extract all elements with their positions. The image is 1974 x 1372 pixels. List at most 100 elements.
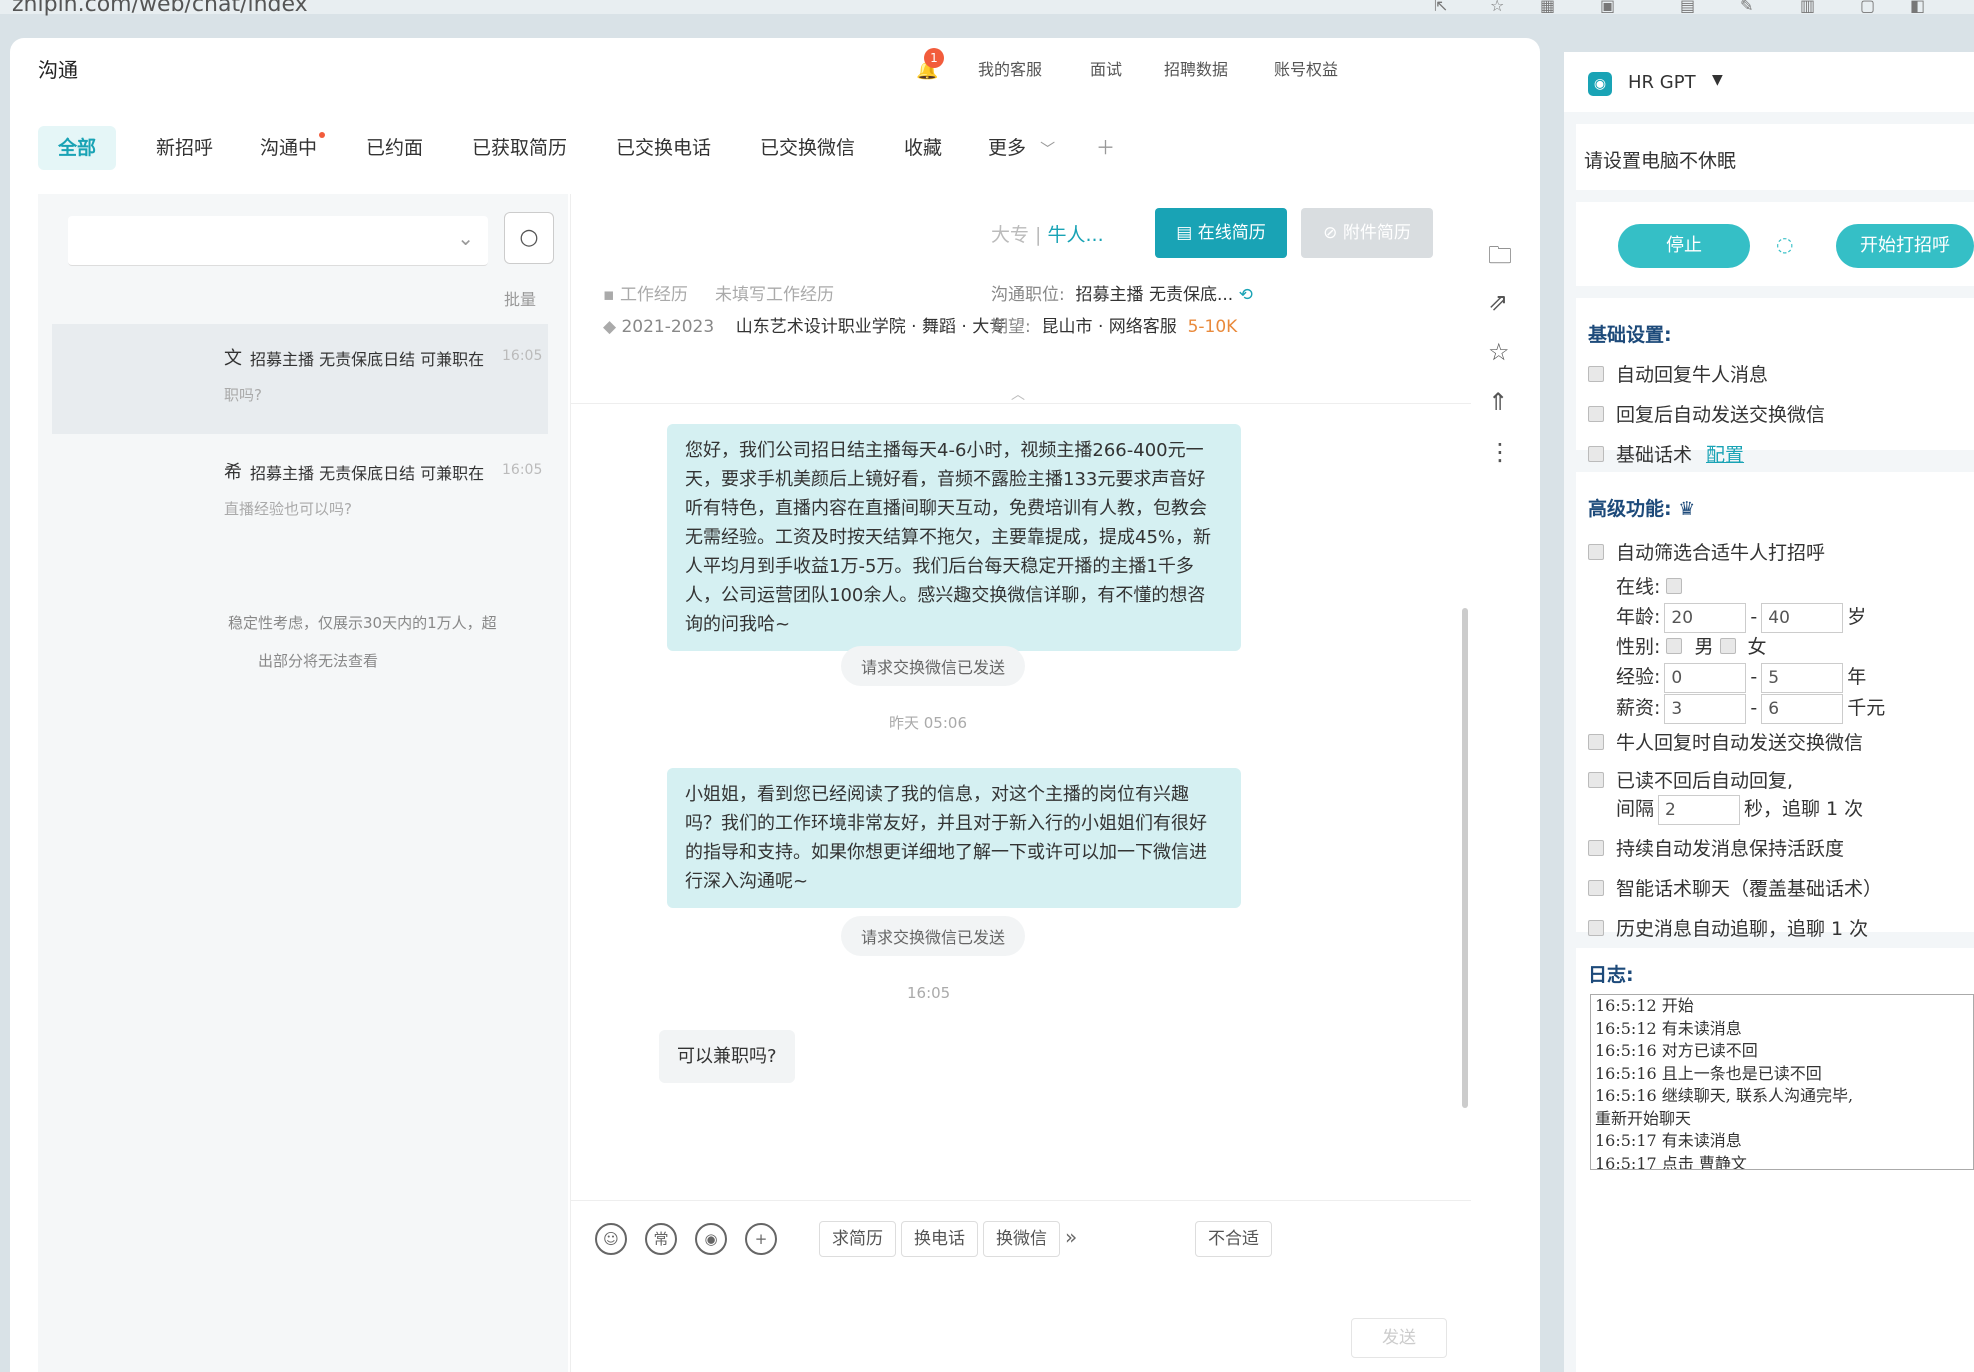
system-message: 请求交换微信已发送 bbox=[841, 916, 1026, 956]
tab-interviewed[interactable]: 已约面 bbox=[366, 126, 423, 170]
share-icon[interactable]: ⇗ bbox=[1488, 288, 1508, 316]
checkbox[interactable] bbox=[1588, 445, 1604, 462]
salary-min-input[interactable]: 3 bbox=[1664, 693, 1747, 724]
message-preview: 职吗? bbox=[224, 386, 262, 404]
tab-favorites[interactable]: 收藏 bbox=[904, 126, 942, 170]
tab-resume-received[interactable]: 已获取简历 bbox=[472, 126, 567, 170]
log-output[interactable]: 16:5:12 开始 16:5:12 有未读消息 16:5:16 对方已读不回 … bbox=[1590, 994, 1974, 1170]
checkbox[interactable] bbox=[1588, 879, 1604, 896]
add-tab-button[interactable]: ＋ bbox=[1096, 126, 1115, 170]
checkbox[interactable] bbox=[1588, 405, 1604, 422]
config-link[interactable]: 配置 bbox=[1706, 444, 1744, 466]
salary-max-input[interactable]: 6 bbox=[1761, 693, 1844, 724]
job-label: 沟通职位: bbox=[991, 285, 1065, 305]
extension-icon[interactable]: ▥ bbox=[1800, 0, 1815, 15]
bookmark-icon[interactable]: ☆ bbox=[1490, 0, 1504, 15]
request-resume-button[interactable]: 求简历 bbox=[819, 1221, 896, 1257]
message-time: 16:05 bbox=[502, 348, 543, 364]
work-value: 未填写工作经历 bbox=[714, 285, 834, 305]
checkbox[interactable] bbox=[1666, 577, 1683, 594]
checkbox[interactable] bbox=[1719, 637, 1736, 654]
share-icon[interactable]: ⇱ bbox=[1434, 0, 1447, 15]
switch-job-icon[interactable]: ⟲ bbox=[1239, 285, 1253, 305]
tab-phone-exchanged[interactable]: 已交换电话 bbox=[616, 126, 711, 170]
search-button[interactable]: ○ bbox=[504, 212, 554, 264]
interval-input[interactable]: 2 bbox=[1658, 794, 1741, 825]
nav-account-rights[interactable]: 账号权益 bbox=[1274, 56, 1338, 80]
not-suitable-button[interactable]: 不合适 bbox=[1195, 1221, 1272, 1257]
option-auto-reply[interactable]: 自动回复牛人消息 bbox=[1588, 360, 1768, 387]
briefcase-icon: ▪ bbox=[603, 285, 620, 305]
extension-icon[interactable]: ▢ bbox=[1860, 0, 1875, 15]
extension-icon[interactable]: ▦ bbox=[1540, 0, 1555, 15]
salary-unit: 千元 bbox=[1847, 697, 1886, 719]
option-auto-filter[interactable]: 自动筛选合适牛人打招呼 bbox=[1588, 538, 1825, 565]
extension-icon[interactable]: ▣ bbox=[1600, 0, 1615, 15]
attach-resume-label: 附件简历 bbox=[1342, 223, 1411, 243]
option-label: 持续自动发消息保持活跃度 bbox=[1616, 838, 1845, 860]
crown-icon: ♛ bbox=[1678, 498, 1696, 520]
tab-more[interactable]: 更多 ﹀ bbox=[988, 126, 1055, 170]
work-experience: ▪ 工作经历 未填写工作经历 bbox=[603, 280, 834, 305]
star-icon[interactable]: ☆ bbox=[1488, 338, 1510, 366]
checkbox[interactable] bbox=[1588, 839, 1604, 856]
send-button[interactable]: 发送 bbox=[1351, 1318, 1447, 1358]
more-icon[interactable]: ⋮ bbox=[1488, 438, 1512, 466]
tab-new-greeting[interactable]: 新招呼 bbox=[156, 126, 213, 170]
tab-wechat-exchanged[interactable]: 已交换微信 bbox=[760, 126, 855, 170]
pin-top-icon[interactable]: ⇑ bbox=[1488, 388, 1508, 416]
checkbox[interactable] bbox=[1588, 365, 1604, 382]
checkbox[interactable] bbox=[1588, 543, 1604, 560]
option-keep-active[interactable]: 持续自动发消息保持活跃度 bbox=[1588, 834, 1844, 861]
attachment-resume-button[interactable]: ⊘ 附件简历 bbox=[1301, 208, 1433, 258]
age-min-input[interactable]: 20 bbox=[1664, 602, 1747, 633]
chat-scrollbar[interactable] bbox=[1462, 608, 1468, 1108]
option-smart-chat[interactable]: 智能话术聊天（覆盖基础话术） bbox=[1588, 874, 1882, 901]
url-text[interactable]: zhipin.com/web/chat/index bbox=[12, 0, 308, 17]
option-label: 智能话术聊天（覆盖基础话术） bbox=[1616, 878, 1883, 900]
extension-icon[interactable]: ▤ bbox=[1680, 0, 1695, 15]
more-tools-icon[interactable]: » bbox=[1065, 1225, 1077, 1249]
conversation-item[interactable]: 希 招募主播 无责保底日结 可兼职在 16:05 直播经验也可以吗? bbox=[52, 438, 548, 548]
list-limit-notice: 稳定性考虑，仅展示30天内的1万人，超 出部分将无法查看 bbox=[228, 604, 497, 680]
candidate-tag[interactable]: 牛人... bbox=[1048, 224, 1104, 246]
job-value[interactable]: 招募主播 无责保底... bbox=[1076, 285, 1234, 305]
checkbox[interactable] bbox=[1588, 771, 1604, 788]
conversation-item[interactable]: 文 招募主播 无责保底日结 可兼职在 16:05 职吗? bbox=[52, 324, 548, 434]
start-greeting-button[interactable]: 开始打招呼 bbox=[1836, 224, 1974, 268]
expect-value: 昆山市 · 网络客服 bbox=[1041, 317, 1177, 337]
job-filter-select[interactable]: ⌄ bbox=[68, 216, 488, 266]
tab-in-progress[interactable]: 沟通中 bbox=[260, 126, 326, 170]
exp-min-input[interactable]: 0 bbox=[1664, 662, 1747, 693]
option-auto-wechat[interactable]: 回复后自动发送交换微信 bbox=[1588, 400, 1825, 427]
checkbox[interactable] bbox=[1588, 919, 1604, 936]
exchange-phone-button[interactable]: 换电话 bbox=[901, 1221, 978, 1257]
nav-customer-service[interactable]: 我的客服 bbox=[978, 56, 1042, 80]
option-basic-script[interactable]: 基础话术 配置 bbox=[1588, 440, 1744, 467]
notification-bell[interactable]: 🔔 1 bbox=[912, 48, 944, 82]
emoji-icon[interactable]: ☺ bbox=[595, 1223, 627, 1255]
common-phrase-icon[interactable]: 常 bbox=[645, 1223, 677, 1255]
checkbox[interactable] bbox=[1588, 733, 1604, 750]
plus-icon[interactable]: + bbox=[745, 1223, 777, 1255]
batch-button[interactable]: 批量 bbox=[504, 286, 536, 310]
option-history-followup[interactable]: 历史消息自动追聊，追聊 1 次 bbox=[1588, 914, 1868, 941]
stop-button[interactable]: 停止 bbox=[1618, 224, 1750, 268]
age-max-input[interactable]: 40 bbox=[1761, 602, 1844, 633]
location-icon[interactable]: ◉ bbox=[695, 1223, 727, 1255]
folder-icon[interactable]: 🗀 bbox=[1488, 238, 1512, 279]
option-read-no-reply[interactable]: 已读不回后自动回复, bbox=[1588, 766, 1793, 793]
checkbox[interactable] bbox=[1666, 637, 1683, 654]
extension-icon[interactable]: ◧ bbox=[1910, 0, 1925, 15]
exp-max-input[interactable]: 5 bbox=[1761, 662, 1844, 693]
option-reply-auto-wechat[interactable]: 牛人回复时自动发送交换微信 bbox=[1588, 728, 1863, 755]
candidate-edu: 大专 bbox=[991, 224, 1030, 246]
collapse-icon[interactable]: ︿ bbox=[1011, 384, 1025, 404]
online-resume-button[interactable]: ▤ 在线简历 bbox=[1155, 208, 1287, 258]
tab-all[interactable]: 全部 bbox=[38, 126, 117, 170]
nav-interview[interactable]: 面试 bbox=[1090, 56, 1122, 80]
extension-icon[interactable]: ✎ bbox=[1740, 0, 1753, 15]
nav-recruit-data[interactable]: 招聘数据 bbox=[1164, 56, 1228, 80]
dropdown-caret-icon[interactable]: ▼ bbox=[1712, 72, 1723, 88]
exchange-wechat-button[interactable]: 换微信 bbox=[983, 1221, 1060, 1257]
